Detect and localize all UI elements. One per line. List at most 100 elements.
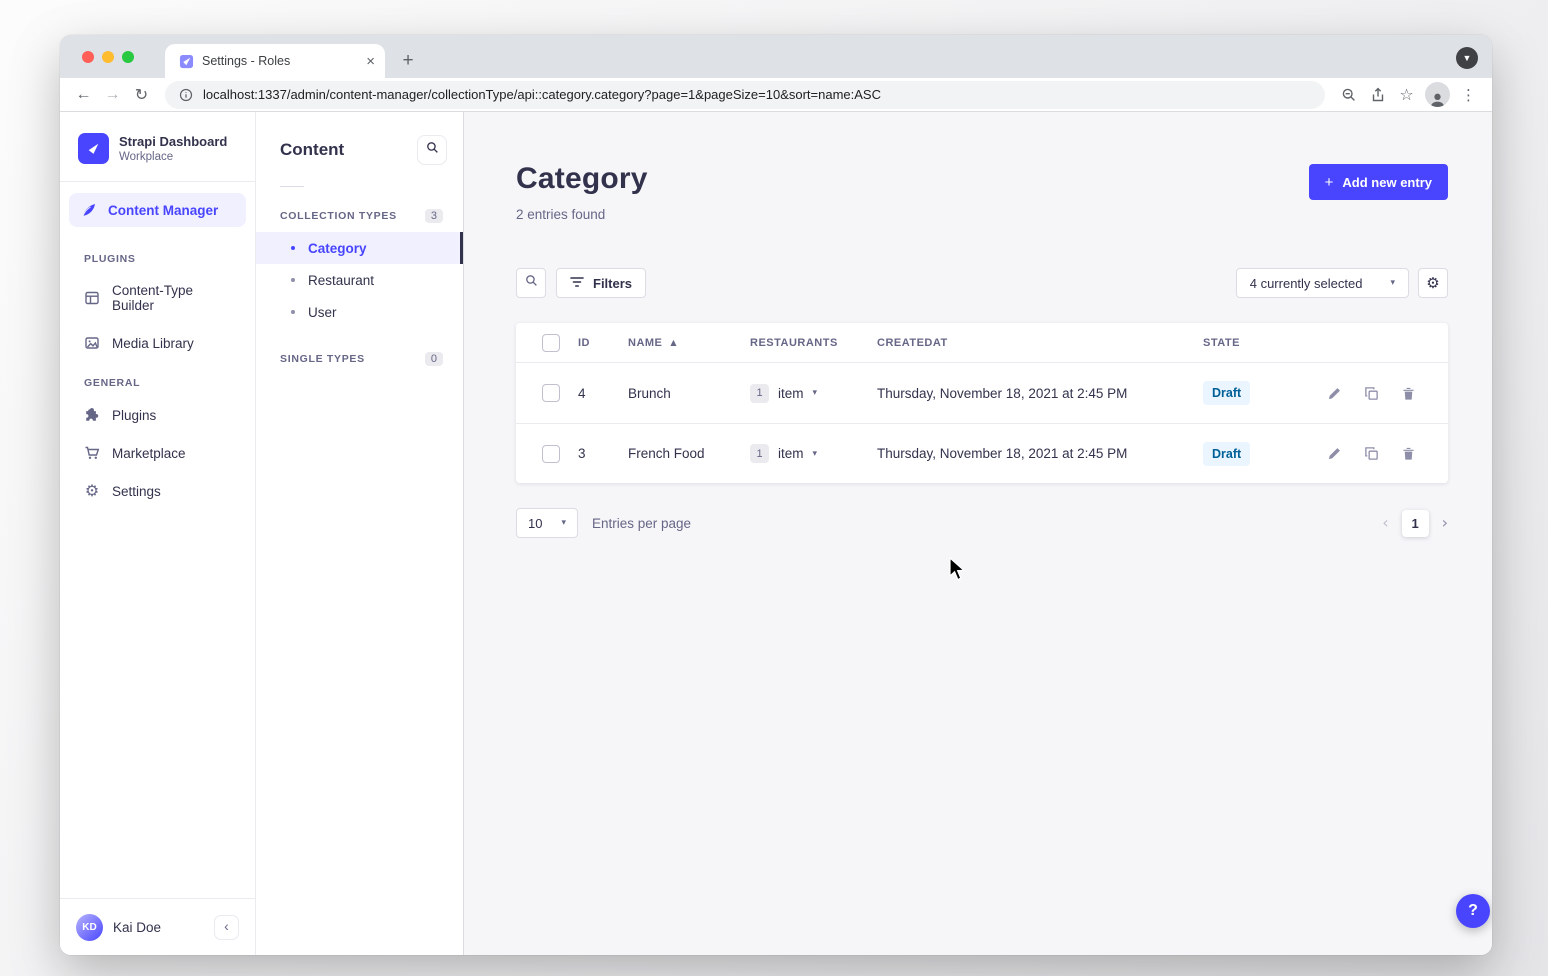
cell-restaurants[interactable]: 1 item ▾ bbox=[750, 444, 877, 463]
sidebar-divider bbox=[60, 181, 255, 182]
cell-restaurants[interactable]: 1 item ▾ bbox=[750, 384, 877, 403]
duplicate-button[interactable] bbox=[1362, 384, 1380, 402]
main-panel: Category 2 entries found + Add new entry bbox=[464, 112, 1492, 955]
gear-icon: ⚙ bbox=[84, 483, 100, 499]
duplicate-button[interactable] bbox=[1362, 445, 1380, 463]
chevron-left-icon: ‹ bbox=[224, 918, 229, 934]
sidebar-item-settings[interactable]: ⚙ Settings bbox=[60, 472, 255, 510]
help-button[interactable]: ? bbox=[1456, 894, 1490, 928]
add-new-entry-button[interactable]: + Add new entry bbox=[1309, 164, 1448, 200]
fields-selected-dropdown[interactable]: 4 currently selected ▾ bbox=[1236, 268, 1409, 298]
sidebar-item-label: Settings bbox=[112, 484, 161, 499]
edit-button[interactable] bbox=[1325, 384, 1343, 402]
table-row[interactable]: 4 Brunch 1 item ▾ Thursday, November 18,… bbox=[516, 363, 1448, 423]
browser-tab-bar: Settings - Roles × + ▼ bbox=[60, 35, 1492, 78]
browser-tab[interactable]: Settings - Roles × bbox=[165, 44, 385, 78]
browser-profile-avatar[interactable] bbox=[1425, 82, 1450, 107]
site-info-icon[interactable] bbox=[178, 87, 194, 103]
subnav-item-user[interactable]: User bbox=[256, 296, 463, 328]
strapi-app: Strapi Dashboard Workplace Content Manag… bbox=[60, 112, 1492, 955]
subnav-title: Content bbox=[280, 140, 344, 160]
sidebar-item-label: Plugins bbox=[112, 408, 156, 423]
sidebar-item-content-manager[interactable]: Content Manager bbox=[69, 193, 246, 227]
column-header-state[interactable]: STATE bbox=[1203, 337, 1325, 349]
reload-button[interactable]: ↻ bbox=[128, 81, 155, 108]
table-search-button[interactable] bbox=[516, 268, 546, 298]
bullet-icon bbox=[291, 278, 295, 282]
zoom-icon[interactable] bbox=[1335, 81, 1362, 108]
browser-menu-icon[interactable]: ⋮ bbox=[1455, 81, 1482, 108]
sidebar-item-label: Marketplace bbox=[112, 446, 186, 461]
sidebar-item-marketplace[interactable]: Marketplace bbox=[60, 434, 255, 472]
delete-button[interactable] bbox=[1399, 384, 1417, 402]
sidebar-item-content-type-builder[interactable]: Content-Type Builder bbox=[60, 272, 255, 324]
table-row[interactable]: 3 French Food 1 item ▾ Thursday, Novembe… bbox=[516, 423, 1448, 483]
sidebar-item-plugins[interactable]: Plugins bbox=[60, 396, 255, 434]
tab-overflow-button[interactable]: ▼ bbox=[1456, 47, 1478, 69]
column-header-name[interactable]: NAME ▲ bbox=[628, 337, 750, 349]
row-checkbox[interactable] bbox=[542, 384, 560, 402]
row-checkbox[interactable] bbox=[542, 445, 560, 463]
relation-count-badge: 1 bbox=[750, 444, 769, 463]
plugins-section-label: PLUGINS bbox=[60, 238, 255, 272]
next-page-button[interactable]: › bbox=[1442, 515, 1448, 531]
previous-page-button[interactable]: ‹ bbox=[1382, 515, 1388, 531]
column-header-restaurants[interactable]: RESTAURANTS bbox=[750, 337, 877, 349]
sidebar-item-media-library[interactable]: Media Library bbox=[60, 324, 255, 362]
state-badge: Draft bbox=[1203, 442, 1250, 466]
page-size-dropdown[interactable]: 10 ▾ bbox=[516, 508, 578, 538]
edit-button[interactable] bbox=[1325, 445, 1343, 463]
cell-name: Brunch bbox=[628, 386, 750, 401]
workspace-brand[interactable]: Strapi Dashboard Workplace bbox=[60, 112, 255, 181]
share-icon[interactable] bbox=[1364, 81, 1391, 108]
trash-icon bbox=[1401, 446, 1416, 461]
plus-icon: + bbox=[1325, 174, 1334, 191]
select-all-checkbox[interactable] bbox=[542, 334, 560, 352]
user-row: KD Kai Doe ‹ bbox=[60, 898, 255, 955]
subnav-search-button[interactable] bbox=[417, 135, 447, 165]
pen-feather-icon bbox=[81, 202, 97, 218]
user-avatar[interactable]: KD bbox=[76, 914, 103, 941]
bookmark-star-icon[interactable]: ☆ bbox=[1393, 81, 1420, 108]
pencil-icon bbox=[1327, 446, 1342, 461]
single-types-label: SINGLE TYPES bbox=[280, 353, 365, 365]
minimize-window-button[interactable] bbox=[102, 51, 114, 63]
close-window-button[interactable] bbox=[82, 51, 94, 63]
subnav-item-label: Category bbox=[308, 241, 367, 256]
relation-unit: item bbox=[778, 386, 804, 401]
subnav-item-category[interactable]: Category bbox=[256, 232, 463, 264]
copy-icon bbox=[1364, 386, 1379, 401]
state-badge: Draft bbox=[1203, 381, 1250, 405]
filters-button[interactable]: Filters bbox=[556, 268, 646, 298]
table-header-row: ID NAME ▲ RESTAURANTS CREATEDAT STATE bbox=[516, 323, 1448, 363]
general-section-label: GENERAL bbox=[60, 362, 255, 396]
tab-close-icon[interactable]: × bbox=[366, 54, 375, 69]
column-header-id[interactable]: ID bbox=[578, 337, 628, 349]
collection-types-label: COLLECTION TYPES bbox=[280, 210, 397, 222]
collapse-sidebar-button[interactable]: ‹ bbox=[214, 915, 239, 940]
new-tab-button[interactable]: + bbox=[394, 47, 422, 75]
back-button[interactable]: ← bbox=[70, 81, 97, 108]
browser-toolbar: ← → ↻ localhost:1337/admin/content-manag… bbox=[60, 78, 1492, 112]
forward-button[interactable]: → bbox=[99, 81, 126, 108]
url-bar[interactable]: localhost:1337/admin/content-manager/col… bbox=[165, 81, 1325, 109]
chevron-down-icon[interactable]: ▾ bbox=[813, 388, 818, 398]
chevron-down-icon[interactable]: ▾ bbox=[813, 449, 818, 459]
sort-ascending-icon: ▲ bbox=[670, 338, 677, 347]
page-title: Category bbox=[516, 162, 648, 196]
maximize-window-button[interactable] bbox=[122, 51, 134, 63]
table-settings-button[interactable]: ⚙ bbox=[1418, 268, 1448, 298]
fields-selected-value: 4 currently selected bbox=[1250, 276, 1363, 291]
bullet-icon bbox=[291, 310, 295, 314]
subnav-item-label: User bbox=[308, 305, 337, 320]
column-header-createdat[interactable]: CREATEDAT bbox=[877, 337, 1203, 349]
delete-button[interactable] bbox=[1399, 445, 1417, 463]
sidebar-item-label: Content-Type Builder bbox=[112, 283, 231, 313]
cell-createdat: Thursday, November 18, 2021 at 2:45 PM bbox=[877, 386, 1203, 401]
current-page-button[interactable]: 1 bbox=[1402, 510, 1429, 537]
sidebar-item-label: Media Library bbox=[112, 336, 194, 351]
sidebar-item-label: Content Manager bbox=[108, 203, 218, 218]
pencil-icon bbox=[1327, 386, 1342, 401]
subnav-item-restaurant[interactable]: Restaurant bbox=[256, 264, 463, 296]
tab-title: Settings - Roles bbox=[202, 54, 358, 68]
